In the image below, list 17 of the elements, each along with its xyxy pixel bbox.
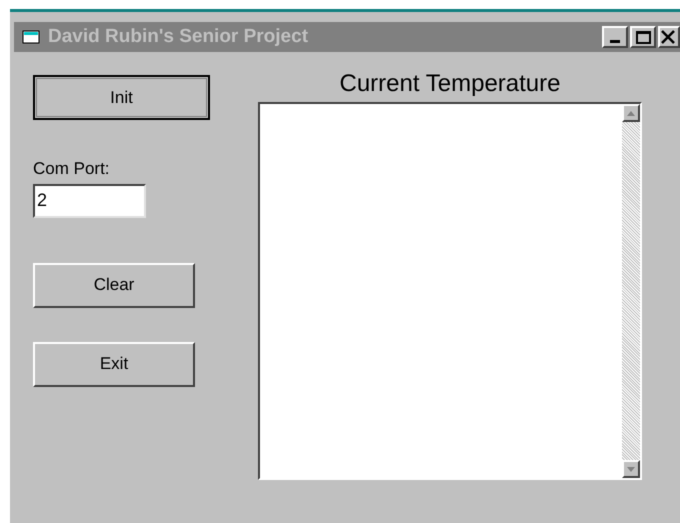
- com-port-field[interactable]: 2: [33, 184, 146, 218]
- minimize-button[interactable]: [602, 26, 628, 48]
- down-arrow-icon: [627, 466, 635, 472]
- scroll-down-button[interactable]: [622, 460, 640, 478]
- scrollbar[interactable]: [622, 104, 640, 478]
- com-port-label: Com Port:: [33, 158, 111, 180]
- push-button[interactable]: Init: [33, 75, 210, 120]
- push-button[interactable]: Clear: [33, 262, 195, 308]
- window-title: David Rubin's Senior Project: [48, 24, 308, 49]
- window-icon: [22, 29, 40, 45]
- push-button[interactable]: Exit: [33, 342, 195, 386]
- scroll-up-button[interactable]: [622, 104, 640, 122]
- close-icon: [661, 30, 675, 44]
- up-arrow-icon: [627, 110, 635, 116]
- close-button[interactable]: [658, 26, 680, 48]
- maximize-button[interactable]: [630, 26, 656, 48]
- temperature-title: Current Temperature: [338, 69, 562, 99]
